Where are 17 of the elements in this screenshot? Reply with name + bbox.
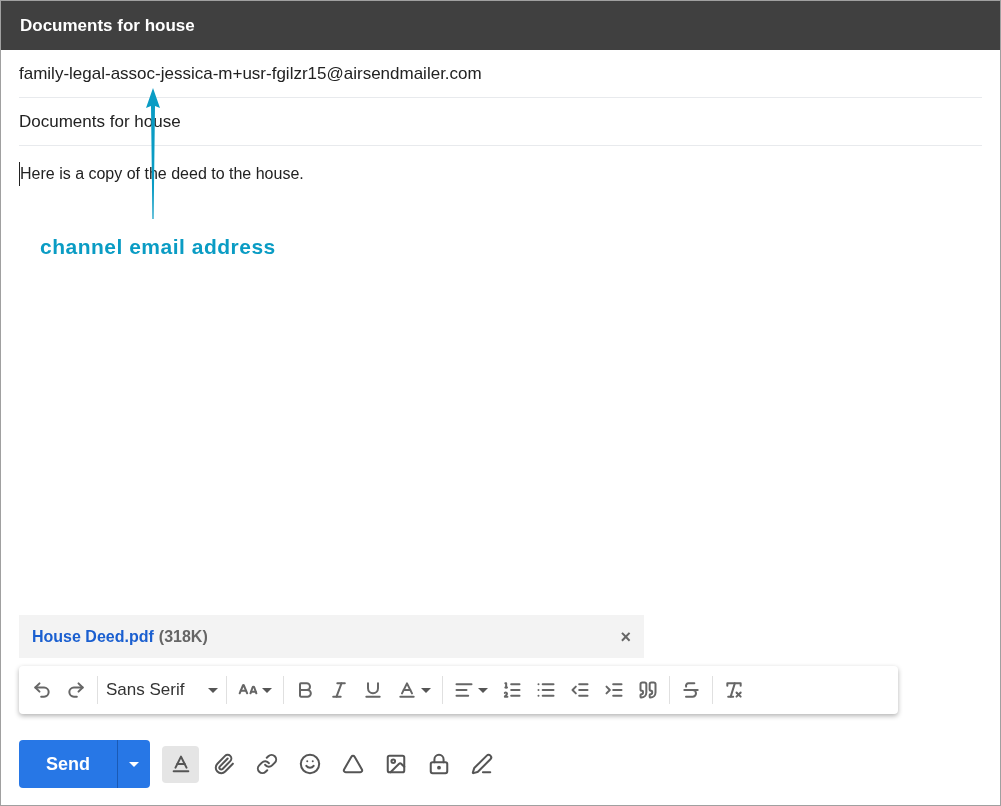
caret-icon bbox=[478, 687, 489, 693]
caret-icon bbox=[208, 687, 219, 693]
formatting-options-button[interactable] bbox=[162, 745, 199, 783]
attachment-chip[interactable]: House Deed.pdf (318K) × bbox=[19, 615, 644, 658]
attachment-size: (318K) bbox=[158, 626, 208, 647]
align-icon bbox=[454, 680, 475, 700]
annotation-label: channel email address bbox=[40, 234, 276, 260]
attachment-name[interactable]: House Deed.pdf bbox=[32, 624, 154, 649]
caret-icon bbox=[421, 687, 432, 693]
recipient-field[interactable]: family-legal-assoc-jessica-m+usr-fgilzr15@airsendmailer.com bbox=[19, 60, 982, 87]
window-title: Documents for house bbox=[20, 14, 195, 37]
send-options-button[interactable] bbox=[117, 740, 150, 788]
send-button[interactable]: Send bbox=[19, 740, 117, 788]
remove-attachment-button[interactable]: × bbox=[620, 627, 631, 646]
font-dropdown[interactable]: Sans Serif bbox=[102, 674, 223, 706]
caret-icon bbox=[262, 687, 273, 693]
text-color-icon bbox=[397, 680, 418, 700]
